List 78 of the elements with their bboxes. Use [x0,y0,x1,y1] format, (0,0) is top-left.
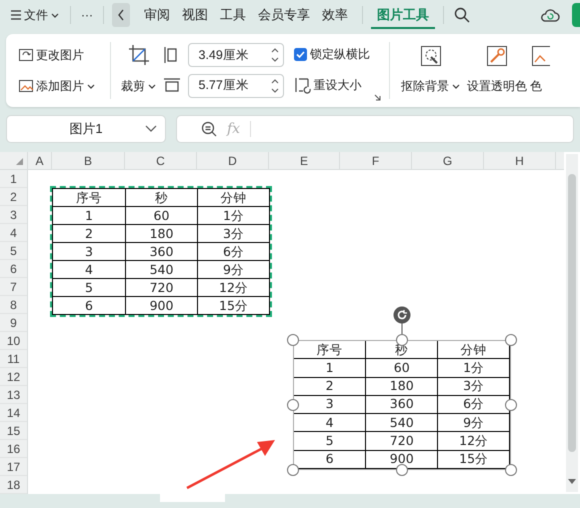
row-header[interactable]: 1 [0,170,27,188]
row-header[interactable]: 13 [0,386,27,404]
picture-table-cell: 540 [366,414,438,432]
column-header[interactable]: D [197,152,269,169]
row-header[interactable]: 15 [0,422,27,440]
table-cell[interactable]: 900 [126,296,198,314]
table-cell[interactable]: 3 [52,242,126,260]
picture-table-cell: 4 [294,414,366,432]
width-field[interactable]: 5.77厘米 [188,74,284,98]
picture-table-cell: 360 [366,395,438,414]
lock-aspect-label: 锁定纵横比 [310,46,370,64]
column-header[interactable]: A [28,152,52,169]
ribbon-tab[interactable]: 会员专享 [252,4,316,30]
row-header[interactable]: 6 [0,260,27,278]
picture-table-cell: 60 [366,358,438,378]
column-header[interactable]: H [484,152,556,169]
picture-table-cell: 9分 [438,414,510,432]
column-header[interactable]: F [340,152,412,169]
column-header[interactable]: C [125,152,197,169]
table-cell[interactable]: 12分 [198,278,270,296]
ribbon-tab[interactable]: 效率 [316,4,354,30]
ribbon-tab[interactable]: 图片工具 [371,4,435,30]
table-cell[interactable]: 540 [126,260,198,278]
row-header[interactable]: 4 [0,224,27,242]
file-menu[interactable]: 文件 [8,4,62,26]
change-picture-button[interactable]: 更改图片 [16,44,98,66]
row-header[interactable]: 12 [0,368,27,386]
table-cell[interactable]: 4 [52,260,126,278]
row-header[interactable]: 7 [0,278,27,296]
row-header[interactable]: 16 [0,440,27,458]
table-cell[interactable]: 360 [126,242,198,260]
remove-background-button[interactable]: 抠除背景 [398,75,463,98]
table-cell[interactable]: 6分 [198,242,270,260]
table-cell[interactable]: 5 [52,278,126,296]
row-header[interactable]: 8 [0,296,27,314]
table-cell[interactable]: 60 [126,206,198,224]
table-cell[interactable]: 序号 [52,188,126,206]
ribbon-tab[interactable]: 视图 [176,4,214,30]
column-header[interactable]: E [269,152,340,169]
picture-table-cell: 1分 [438,358,510,378]
picture-table-cell: 720 [366,432,438,450]
table-cell[interactable]: 1分 [198,206,270,224]
table-cell[interactable]: 3分 [198,224,270,242]
table-cell[interactable]: 1 [52,206,126,224]
table-cell[interactable]: 秒 [126,188,198,206]
row-header[interactable]: 2 [0,188,27,206]
row-header[interactable]: 17 [0,458,27,476]
table-cell[interactable]: 720 [126,278,198,296]
ribbon-tab[interactable]: 审阅 [138,4,176,30]
height-field[interactable]: 3.49厘米 [188,43,284,68]
more-button[interactable]: ··· [79,4,95,26]
add-picture-button[interactable]: 添加图片 [16,74,98,97]
picture-table-cell: 180 [366,377,438,396]
set-transparent-button[interactable]: 设置透明色 [464,75,529,98]
picture-table-cell: 5 [294,432,366,450]
table-cell[interactable]: 分钟 [198,188,270,206]
name-box[interactable]: 图片1 [6,115,166,143]
color-button[interactable]: 色 [530,75,542,98]
row-header[interactable]: 3 [0,206,27,224]
row-header[interactable]: 10 [0,332,27,350]
picture-table-cell: 12分 [438,432,510,450]
table-cell[interactable]: 9分 [198,260,270,278]
table-cell[interactable]: 6 [52,296,126,314]
table-cell[interactable]: 2 [52,224,126,242]
picture-table-cell: 2 [294,377,366,396]
table-cell[interactable]: 180 [126,224,198,242]
row-header[interactable]: 5 [0,242,27,260]
ribbon-tab[interactable]: 工具 [214,4,252,30]
column-header[interactable]: B [52,152,125,169]
picture-table-cell: 1 [294,358,366,378]
crop-button[interactable]: 裁剪 [119,74,159,97]
row-header[interactable]: 11 [0,350,27,368]
table-cell[interactable]: 15分 [198,296,270,314]
row-header[interactable]: 9 [0,314,27,332]
reset-size-button[interactable]: 重设大小 [294,74,370,96]
row-header[interactable]: 14 [0,404,27,422]
column-header[interactable]: G [412,152,484,169]
picture-table-cell: 3分 [438,377,510,396]
